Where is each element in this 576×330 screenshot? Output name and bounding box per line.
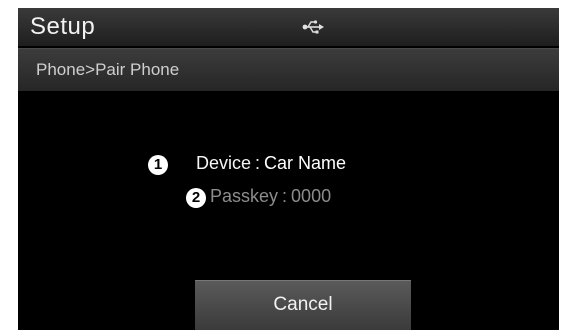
device-name-value: Car Name [264, 153, 347, 173]
title-bar: Setup [18, 8, 559, 46]
passkey-separator: : [282, 186, 288, 206]
breadcrumb-path: Phone>Pair Phone [36, 60, 180, 79]
cancel-button[interactable]: Cancel [195, 280, 411, 330]
device-info-row: 1 Device: Car Name [148, 150, 346, 176]
passkey-label: Passkey [210, 186, 279, 206]
callout-marker-1: 1 [148, 154, 168, 175]
page-title: Setup [30, 13, 96, 40]
callout-marker-2: 2 [186, 187, 206, 208]
breadcrumb: Phone>Pair Phone [18, 48, 559, 91]
usb-icon [302, 20, 324, 34]
pair-phone-screen: Setup Phone>Pair Phone 1 Device: Car Name … [18, 8, 559, 330]
device-separator: : [255, 153, 261, 173]
passkey-info-row: 2 Passkey:0000 [186, 183, 331, 209]
passkey-value: 0000 [291, 186, 332, 206]
device-label: Device [196, 153, 252, 173]
